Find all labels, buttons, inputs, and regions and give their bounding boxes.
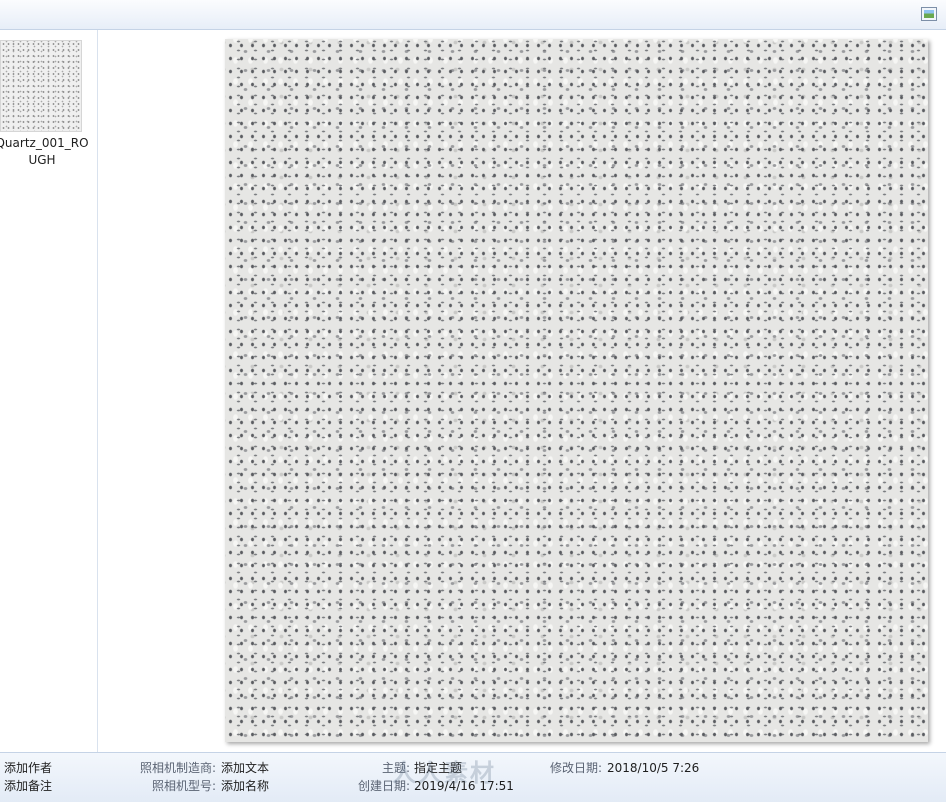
camera-model-label: 照相机型号:: [151, 779, 216, 793]
date-created-label: 创建日期:: [357, 779, 410, 793]
preview-image: [225, 39, 928, 742]
date-modified-label: 修改日期:: [549, 761, 602, 775]
author-field[interactable]: 添加作者: [4, 760, 52, 777]
camera-maker-label: 照相机制造商:: [139, 761, 216, 775]
date-created-value: 2019/4/16 17:51: [414, 779, 514, 793]
comment-field[interactable]: 添加备注: [4, 778, 52, 795]
preview-pane-icon[interactable]: [921, 7, 937, 21]
subject-field[interactable]: 指定主题: [414, 760, 462, 777]
toolbar: [0, 0, 946, 30]
subject-label: 主题:: [381, 761, 410, 775]
file-thumbnail[interactable]: [0, 40, 82, 132]
camera-model-field[interactable]: 添加名称: [221, 778, 269, 795]
file-list-pane: Quartz_001_ROUGH: [0, 30, 98, 752]
date-modified-value: 2018/10/5 7:26: [607, 761, 700, 775]
camera-maker-field[interactable]: 添加文本: [221, 760, 269, 777]
file-name-label[interactable]: Quartz_001_ROUGH: [0, 135, 92, 169]
details-pane: 添加作者 添加备注 照相机制造商: 添加文本 照相机型号: 添加名称 主题: 指…: [0, 752, 946, 802]
